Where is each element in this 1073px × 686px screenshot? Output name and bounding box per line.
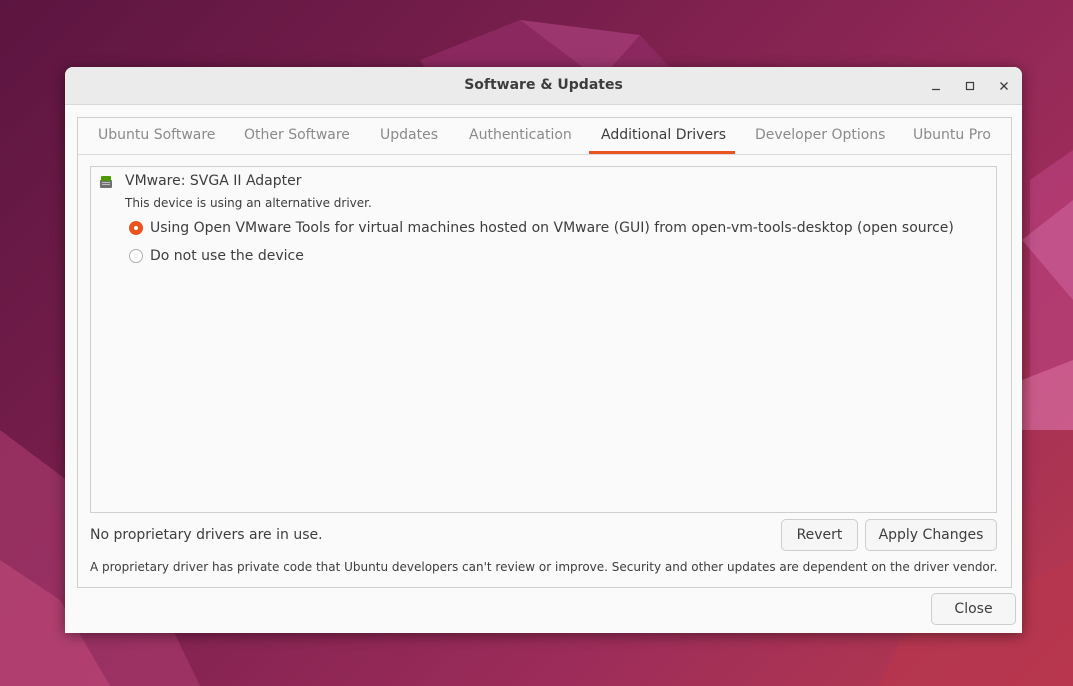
radio-selected-icon[interactable] <box>129 221 143 235</box>
tab-updates[interactable]: Updates <box>368 118 450 154</box>
device-status: This device is using an alternative driv… <box>125 196 372 210</box>
device-name: VMware: SVGA II Adapter <box>125 173 302 189</box>
maximize-icon <box>965 81 975 91</box>
title-bar[interactable]: Software & Updates <box>65 67 1022 105</box>
driver-option-open-vm-tools[interactable]: Using Open VMware Tools for virtual mach… <box>129 218 954 238</box>
tab-additional-drivers[interactable]: Additional Drivers <box>589 118 735 154</box>
tab-ubuntu-pro[interactable]: Ubuntu Pro <box>901 118 1003 154</box>
software-updates-window: Software & Updates Ubuntu Software Other… <box>65 67 1022 633</box>
tab-notebook: Ubuntu Software Other Software Updates A… <box>77 117 1012 588</box>
driver-device-list: VMware: SVGA II Adapter This device is u… <box>90 166 997 513</box>
hardware-chip-icon <box>100 176 112 188</box>
revert-button[interactable]: Revert <box>781 519 858 551</box>
tab-authentication[interactable]: Authentication <box>457 118 584 154</box>
close-button[interactable]: Close <box>931 593 1016 625</box>
apply-changes-button[interactable]: Apply Changes <box>865 519 997 551</box>
proprietary-status-text: No proprietary drivers are in use. <box>90 527 323 543</box>
driver-option-do-not-use[interactable]: Do not use the device <box>129 246 304 266</box>
tab-other-software[interactable]: Other Software <box>232 118 362 154</box>
tab-ubuntu-software[interactable]: Ubuntu Software <box>86 118 227 154</box>
tab-developer-options[interactable]: Developer Options <box>743 118 897 154</box>
window-title: Software & Updates <box>464 77 623 93</box>
maximize-button[interactable] <box>959 75 981 97</box>
radio-unselected-icon[interactable] <box>129 249 143 263</box>
close-window-button[interactable] <box>993 75 1015 97</box>
driver-option-label: Do not use the device <box>150 248 304 264</box>
driver-option-label: Using Open VMware Tools for virtual mach… <box>150 220 954 236</box>
minimize-button[interactable] <box>925 75 947 97</box>
minimize-icon <box>932 88 940 91</box>
proprietary-driver-footnote: A proprietary driver has private code th… <box>90 560 998 574</box>
tab-bar: Ubuntu Software Other Software Updates A… <box>78 118 1011 155</box>
close-icon <box>1000 82 1008 90</box>
